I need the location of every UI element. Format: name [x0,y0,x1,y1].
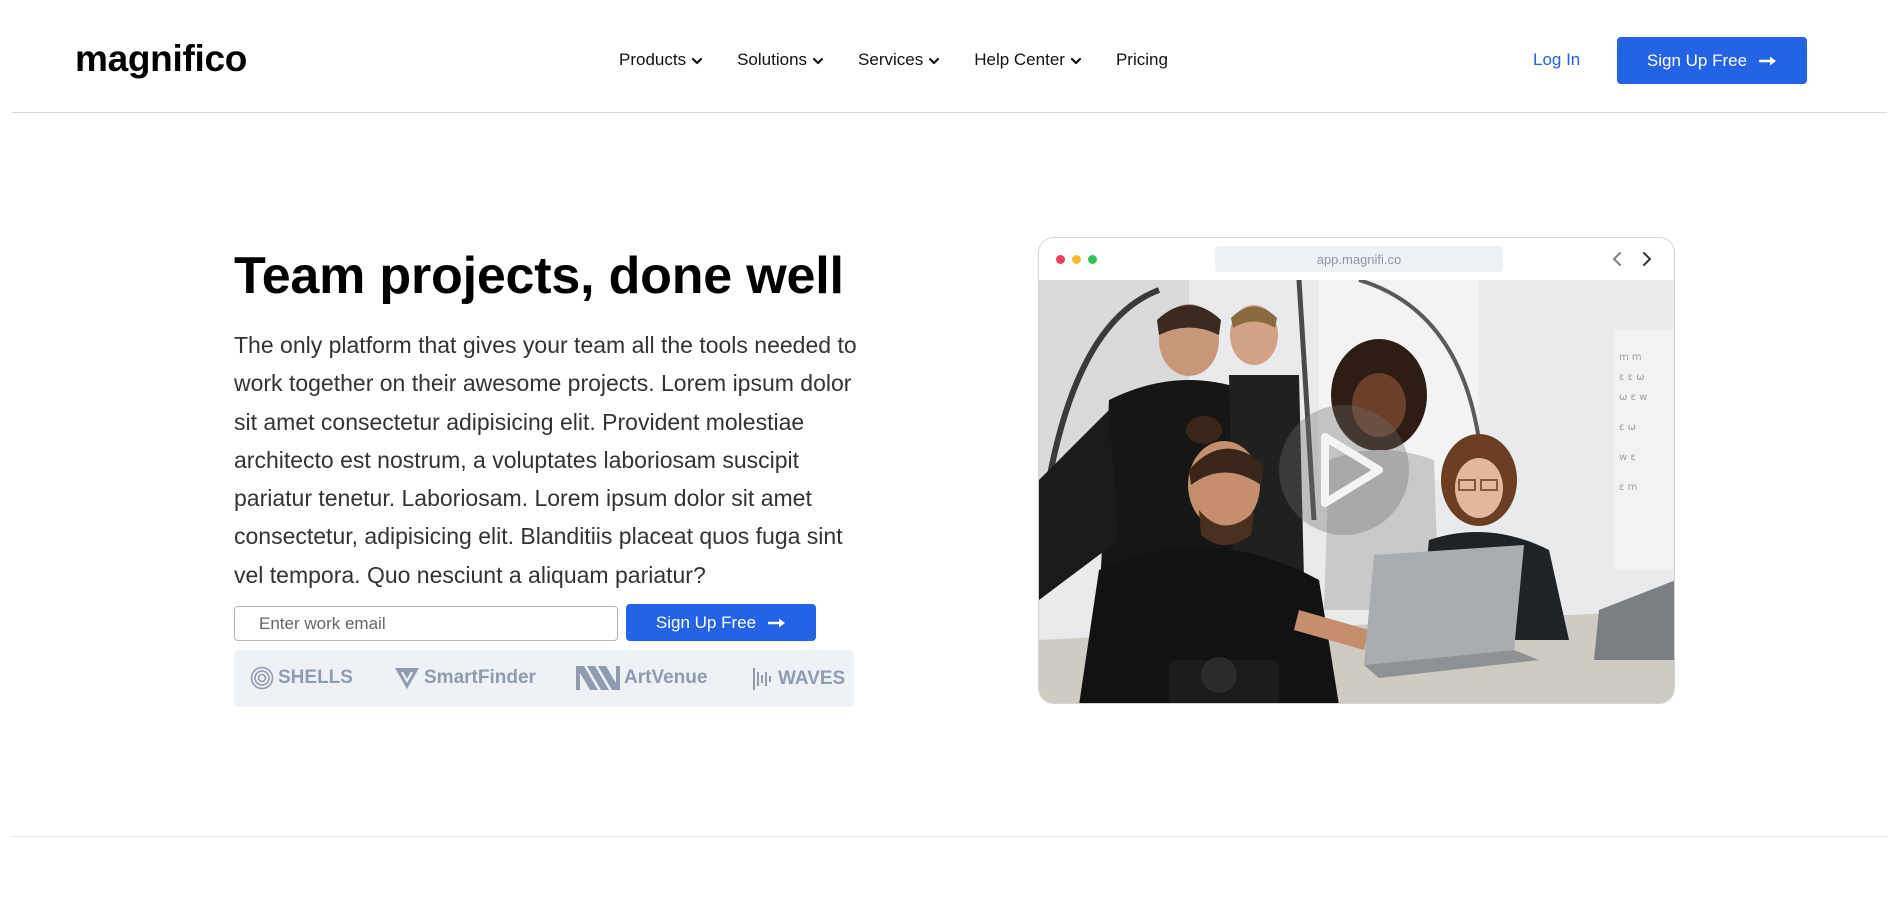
team-working-at-laptop-photo: m m ε ε ω ω ε w ε ω w ε ε m [1039,280,1674,703]
browser-toolbar: app.magnifi.co [1039,238,1674,280]
shell-spiral-icon [250,666,274,690]
svg-text:ε ε ω: ε ε ω [1619,372,1645,383]
nav-item-pricing[interactable]: Pricing [1116,50,1168,70]
chevron-down-icon [1070,57,1082,65]
window-maximize-dot [1088,255,1097,264]
nav-item-services[interactable]: Services [858,50,941,70]
brand-logo[interactable]: magnifico [75,38,247,80]
signup-button-hero[interactable]: Sign Up Free [626,604,816,641]
signup-button-label: Sign Up Free [1646,50,1748,70]
signup-button-header[interactable]: Sign Up Free [1617,37,1807,84]
chevron-right-icon[interactable] [1639,251,1655,267]
stripes-icon [576,666,620,690]
hero-title: Team projects, done well [234,247,844,305]
address-bar[interactable]: app.magnifi.co [1215,246,1503,272]
client-logo-name: SHELLS [278,667,353,688]
nav-item-label: Products [619,50,687,69]
nav-item-label: Pricing [1115,50,1168,69]
nav-item-label: Solutions [737,50,808,69]
nav-item-help-center[interactable]: Help Center [974,50,1083,70]
client-logo-waves: WAVES [752,666,845,692]
client-logo-name: SmartFinder [424,667,536,688]
chevron-left-icon[interactable] [1609,251,1625,267]
svg-text:ε ω: ε ω [1619,422,1636,433]
nav-item-products[interactable]: Products [619,50,704,70]
svg-text:ω ε w: ω ε w [1619,392,1647,403]
nav-item-label: Help Center [974,50,1065,69]
nav-item-solutions[interactable]: Solutions [737,50,825,70]
chevron-down-icon [812,57,824,65]
login-link[interactable]: Log In [1533,50,1580,70]
signup-button-label: Sign Up Free [655,612,757,632]
chevron-down-icon [691,57,703,65]
chevron-down-icon [929,57,940,65]
page: magnifico Products Solutions Services He… [0,0,1899,907]
play-video-button[interactable] [1279,405,1409,535]
client-logo-artvenue: ArtVenue [576,666,707,690]
svg-text:ε m: ε m [1619,482,1637,493]
hero-description: The only platform that gives your team a… [234,332,857,588]
client-logo-name: WAVES [778,668,846,689]
nav-item-label: Services [858,50,924,69]
work-email-input[interactable] [234,606,618,641]
client-logo-shells: SHELLS [250,666,353,690]
svg-text:w ε: w ε [1619,452,1636,463]
soundwave-icon [753,668,771,690]
shield-v-icon [395,668,419,689]
browser-mockup: app.magnifi.co m m ε ε ω ω ε w ε ω w ε ε… [1038,237,1675,704]
window-minimize-dot [1072,255,1081,264]
top-navbar: magnifico Products Solutions Services He… [12,0,1887,113]
client-logo-name: ArtVenue [624,667,708,688]
svg-text:m m: m m [1619,352,1642,363]
main-menu: Products Solutions Services Help Center … [619,50,1168,70]
client-logos-strip: SHELLS SmartFinder ArtVenue WAVES [234,650,854,707]
arrow-right-icon [1759,56,1777,65]
client-logo-smartfinder: SmartFinder [394,666,536,690]
play-icon [1321,433,1383,507]
window-close-dot [1056,255,1065,264]
arrow-right-icon [768,618,786,627]
section-divider [12,836,1887,837]
